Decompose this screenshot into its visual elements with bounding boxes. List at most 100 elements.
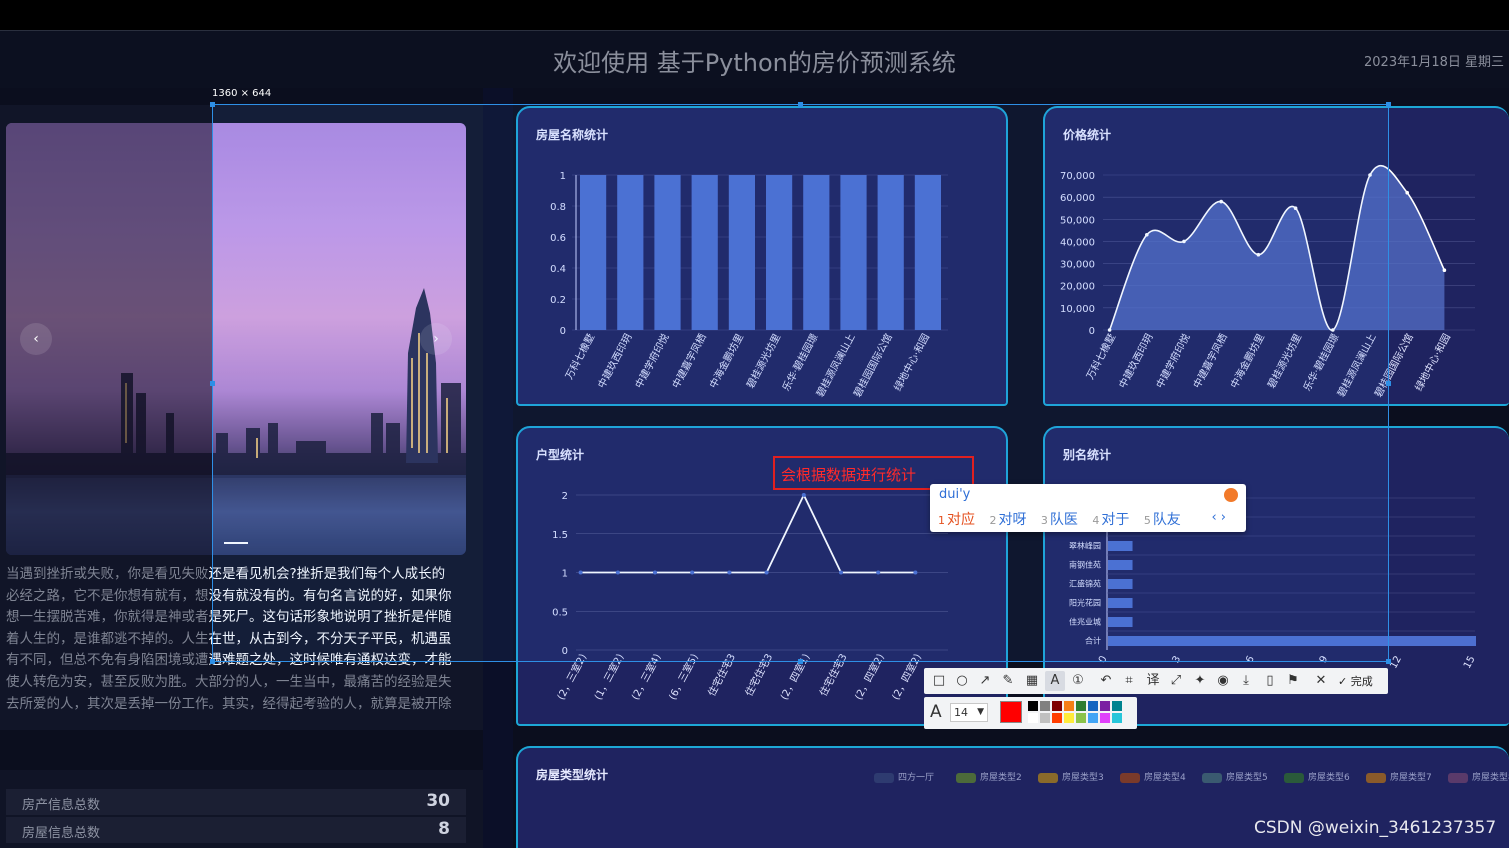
legend-label: 四方一厅 xyxy=(898,773,935,783)
legend-item[interactable]: 房屋类型6 xyxy=(1284,770,1350,783)
legend-swatch xyxy=(956,772,976,783)
ime-page-nav[interactable]: ‹ › xyxy=(1211,510,1226,525)
download-icon[interactable]: ⤓ xyxy=(1236,671,1256,691)
color-swatch[interactable] xyxy=(1052,713,1062,723)
selection-size-label: 1360 × 644 xyxy=(212,88,272,99)
stat-label: 房产信息总数 xyxy=(22,798,101,813)
color-swatch[interactable] xyxy=(1076,701,1086,711)
color-swatch[interactable] xyxy=(1064,701,1074,711)
legend-label: 房屋类型4 xyxy=(1144,773,1186,783)
legend-label: 房屋类型3 xyxy=(1062,773,1104,783)
stat-value: 8 xyxy=(438,819,450,839)
resize-handle[interactable] xyxy=(798,659,803,664)
ime-candidate[interactable]: 5 队友 xyxy=(1144,512,1181,528)
legend-item[interactable]: 四方一厅 xyxy=(874,770,934,783)
data-point xyxy=(1442,268,1447,273)
resize-handle[interactable] xyxy=(1386,381,1391,386)
color-swatch[interactable] xyxy=(1112,701,1122,711)
article-line: 必经之路，它不是你想有就有，想 xyxy=(6,587,209,604)
legend-item[interactable]: 房屋类型3 xyxy=(1038,770,1104,783)
article-line: 去所爱的人，其次是丢掉一份工作。其实，经得起考验的人，就算是被开除 xyxy=(6,695,452,712)
color-swatch[interactable] xyxy=(1040,713,1050,723)
legend-item[interactable]: 房屋类型4 xyxy=(1120,770,1186,783)
color-swatch[interactable] xyxy=(1028,701,1038,711)
legend-swatch xyxy=(1448,772,1468,783)
app-header: 欢迎使用 基于Python的房价预测系统 2023年1月18日 星期三 xyxy=(0,31,1509,88)
copy-icon[interactable]: ▯ xyxy=(1260,671,1280,691)
legend-swatch xyxy=(1038,772,1058,783)
font-size-select[interactable]: 14 ▼ xyxy=(950,703,988,722)
color-swatch[interactable] xyxy=(1088,713,1098,723)
ellipse-tool-icon[interactable]: ○ xyxy=(952,671,972,691)
color-swatch[interactable] xyxy=(1040,701,1050,711)
close-icon[interactable]: ✕ xyxy=(1311,671,1331,691)
ime-candidate[interactable]: 4 对于 xyxy=(1092,512,1129,528)
annotation-text[interactable]: 会根据数据进行统计 xyxy=(781,464,916,485)
page-title: 欢迎使用 基于Python的房价预测系统 xyxy=(553,49,956,77)
resize-handle[interactable] xyxy=(1386,659,1391,664)
resize-handle[interactable] xyxy=(210,659,215,664)
legend-swatch xyxy=(1366,772,1386,783)
date-display: 2023年1月18日 星期三 xyxy=(1364,55,1505,70)
long-screenshot-icon[interactable]: ⤢ xyxy=(1166,671,1186,691)
text-style-toolbar: A 14 ▼ xyxy=(924,697,1137,729)
legend-label: 房屋类型8 xyxy=(1472,773,1509,783)
resize-handle[interactable] xyxy=(1386,102,1391,107)
text-tool-icon[interactable]: A xyxy=(1045,671,1065,691)
color-swatch[interactable] xyxy=(1064,713,1074,723)
legend-swatch xyxy=(874,772,894,783)
record-icon[interactable]: ◉ xyxy=(1213,671,1233,691)
resize-handle[interactable] xyxy=(210,381,215,386)
arrow-tool-icon[interactable]: ↗ xyxy=(975,671,995,691)
color-swatch[interactable] xyxy=(1112,713,1122,723)
article-line: 使人转危为安，甚至反败为胜。大部分的人，一生当中，最痛苦的经验是失 xyxy=(6,673,452,690)
carousel-prev-button[interactable]: ‹ xyxy=(20,323,52,355)
legend-label: 房屋类型2 xyxy=(980,773,1022,783)
color-swatch[interactable] xyxy=(1100,713,1110,723)
translate-icon[interactable]: 译 xyxy=(1143,671,1163,691)
done-button[interactable]: ✓ 完成 xyxy=(1338,673,1373,689)
rectangle-tool-icon[interactable]: □ xyxy=(929,671,949,691)
current-color-swatch[interactable] xyxy=(1000,701,1022,723)
stat-value: 30 xyxy=(426,791,450,811)
house-type-legend: 四方一厅 房屋类型2 房屋类型3 房屋类型4 房屋类型5 房屋类型6 房屋类型7 房屋类型8 xyxy=(874,770,1509,786)
legend-item[interactable]: 房屋类型5 xyxy=(1202,770,1268,783)
ime-candidate[interactable]: 2 对呀 xyxy=(989,512,1026,528)
font-size-value: 14 xyxy=(954,706,968,719)
article-line: 当遇到挫折或失败，你是看见失败 xyxy=(6,566,209,582)
legend-swatch xyxy=(1120,772,1140,783)
crop-icon[interactable]: ⌗ xyxy=(1119,671,1139,691)
legend-item[interactable]: 房屋类型2 xyxy=(956,770,1022,783)
legend-label: 房屋类型7 xyxy=(1390,773,1432,783)
panel-title: 房屋类型统计 xyxy=(536,768,609,782)
color-swatch[interactable] xyxy=(1076,713,1086,723)
color-swatch[interactable] xyxy=(1088,701,1098,711)
undo-icon[interactable]: ↶ xyxy=(1096,671,1116,691)
stats-panel: 房产信息总数 30 房屋信息总数 8 xyxy=(0,770,483,848)
screenshot-selection[interactable] xyxy=(210,102,1391,664)
stat-label: 房屋信息总数 xyxy=(22,826,101,841)
stat-row-house-count: 房屋信息总数 8 xyxy=(6,817,466,843)
pencil-tool-icon[interactable]: ✎ xyxy=(998,671,1018,691)
bookmark-icon[interactable]: ⚑ xyxy=(1283,671,1303,691)
article-line: 有不同，但总不免有身陷困境或遭 xyxy=(6,652,209,669)
number-tool-icon[interactable]: ① xyxy=(1068,671,1088,691)
ime-logo-icon xyxy=(1224,488,1238,502)
resize-handle[interactable] xyxy=(210,102,215,107)
mosaic-tool-icon[interactable]: ▦ xyxy=(1022,671,1042,691)
pin-icon[interactable]: ✦ xyxy=(1190,671,1210,691)
ime-candidate-window[interactable]: dui'y 1 对应 2 对呀 3 队医 4 对于 5 队友 ‹ › xyxy=(930,484,1246,532)
resize-handle[interactable] xyxy=(798,102,803,107)
legend-item[interactable]: 房屋类型7 xyxy=(1366,770,1432,783)
chevron-down-icon: ▼ xyxy=(977,707,984,717)
color-swatch[interactable] xyxy=(1028,713,1038,723)
color-swatch[interactable] xyxy=(1100,701,1110,711)
color-swatch[interactable] xyxy=(1052,701,1062,711)
legend-label: 房屋类型5 xyxy=(1226,773,1268,783)
ime-candidate[interactable]: 3 队医 xyxy=(1041,512,1078,528)
legend-item[interactable]: 房屋类型8 xyxy=(1448,770,1509,783)
ime-candidate-list: 1 对应 2 对呀 3 队医 4 对于 5 队友 xyxy=(938,509,1191,529)
ime-candidate[interactable]: 1 对应 xyxy=(938,512,975,528)
screenshot-toolbar: □ ○ ↗ ✎ ▦ A ① ↶ ⌗ 译 ⤢ ✦ ◉ ⤓ ▯ ⚑ ✕ ✓ 完成 xyxy=(924,668,1388,694)
legend-swatch xyxy=(1284,772,1304,783)
